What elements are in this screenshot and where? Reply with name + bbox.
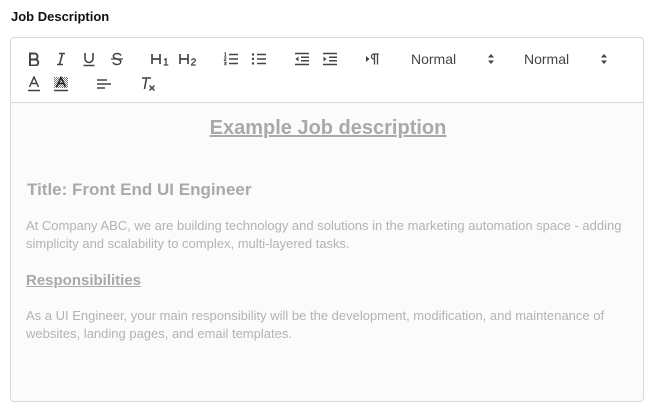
outdent-icon <box>295 52 309 66</box>
indent-button[interactable] <box>319 48 341 70</box>
italic-icon <box>57 52 65 66</box>
bullet-list-icon <box>251 53 266 65</box>
bullet-list-button[interactable] <box>248 48 270 70</box>
direction-rtl-button[interactable] <box>362 48 384 70</box>
header-select[interactable]: Normal <box>524 48 608 70</box>
rich-text-editor: Normal Normal Example Job description Ti… <box>10 37 644 402</box>
ordered-list-icon <box>223 52 238 66</box>
heading-2-button[interactable] <box>177 48 199 70</box>
responsibilities-paragraph: As a UI Engineer, your main responsibili… <box>26 308 605 341</box>
select-arrows-icon <box>601 54 607 64</box>
font-color-icon <box>28 76 40 92</box>
background-color-icon <box>54 76 68 92</box>
clear-formatting-icon <box>142 77 156 92</box>
underline-icon <box>83 52 95 66</box>
header-select-value: Normal <box>524 51 570 67</box>
bold-icon <box>29 52 40 66</box>
responsibilities-heading: Responsibilities <box>26 272 142 289</box>
select-arrows-icon <box>488 54 494 64</box>
field-label: Job Description <box>11 9 110 24</box>
clear-formatting-button[interactable] <box>137 73 159 95</box>
bold-button[interactable] <box>23 48 45 70</box>
document-title: Example Job description <box>209 117 447 139</box>
heading-1-icon <box>151 54 169 66</box>
indent-icon <box>323 52 337 66</box>
underline-button[interactable] <box>78 48 100 70</box>
font-color-button[interactable] <box>23 73 45 95</box>
outdent-button[interactable] <box>291 48 313 70</box>
size-select-value: Normal <box>411 51 457 67</box>
align-button[interactable] <box>93 73 115 95</box>
job-title-heading: Title: Front End UI Engineer <box>27 180 252 199</box>
align-left-icon <box>97 79 111 89</box>
editor-toolbar: Normal Normal <box>11 38 643 103</box>
background-color-button[interactable] <box>50 73 72 95</box>
heading-1-button[interactable] <box>149 48 171 70</box>
heading-2-icon <box>179 54 197 66</box>
paragraph-direction-icon <box>366 53 379 65</box>
ordered-list-button[interactable] <box>220 48 242 70</box>
job-description-field: Job Description Normal Normal Example Jo… <box>0 0 662 419</box>
size-select[interactable]: Normal <box>411 48 495 70</box>
italic-button[interactable] <box>50 48 72 70</box>
strike-button[interactable] <box>106 48 128 70</box>
strikethrough-icon <box>111 52 123 66</box>
intro-paragraph: At Company ABC, we are building technolo… <box>26 218 622 251</box>
